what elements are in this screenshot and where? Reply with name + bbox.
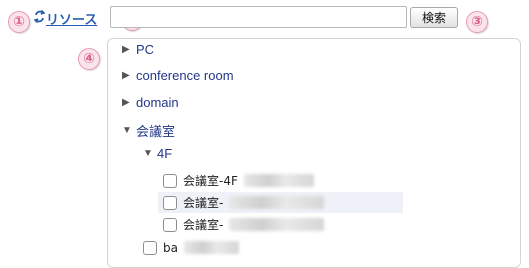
expand-arrow-icon[interactable]: ▶: [122, 70, 136, 81]
redacted-text: [229, 196, 325, 209]
room-checkbox[interactable]: [163, 217, 177, 232]
tree-node-label[interactable]: domain: [136, 95, 179, 110]
annotation-badge-3: ③: [466, 11, 488, 33]
annotation-badge-4: ④: [78, 48, 100, 70]
room-label: 会議室-: [183, 218, 224, 232]
tree-node-4f[interactable]: ▼ 4F: [143, 146, 172, 161]
expand-arrow-icon[interactable]: ▶: [122, 44, 136, 55]
collapse-arrow-icon[interactable]: ▼: [143, 148, 157, 159]
room-label: 会議室-: [183, 196, 224, 210]
expand-arrow-icon[interactable]: ▶: [122, 97, 136, 108]
refresh-icon[interactable]: [34, 8, 45, 24]
room-item[interactable]: 会議室-4F: [158, 170, 458, 191]
tree-node-label[interactable]: conference room: [136, 68, 234, 83]
tree-node-pc[interactable]: ▶ PC: [122, 42, 154, 57]
tree-node-domain[interactable]: ▶ domain: [122, 95, 179, 110]
item-label: ba: [163, 240, 178, 255]
room-checkbox[interactable]: [163, 195, 177, 210]
tree-node-label[interactable]: PC: [136, 42, 154, 57]
search-button[interactable]: 検索: [410, 7, 458, 28]
search-input[interactable]: [110, 6, 407, 28]
redacted-text: [229, 218, 325, 231]
room-checkbox[interactable]: [163, 173, 177, 188]
collapse-arrow-icon[interactable]: ▼: [122, 125, 136, 136]
tree-node-conference-room[interactable]: ▶ conference room: [122, 68, 234, 83]
item-checkbox[interactable]: [143, 240, 157, 255]
tree-node-label[interactable]: 会議室: [136, 121, 175, 140]
resource-link[interactable]: リソース: [46, 9, 97, 28]
annotation-badge-1: ①: [8, 11, 30, 33]
room-item[interactable]: 会議室-: [158, 214, 458, 235]
tree-node-label[interactable]: 4F: [157, 146, 172, 161]
redacted-text: [243, 174, 314, 187]
room-label: 会議室-4F: [183, 174, 238, 188]
resource-tree[interactable]: ▶ PC ▶ conference room ▶ domain ▼ 会議室 ▼ …: [107, 38, 521, 268]
redacted-text: [183, 241, 239, 254]
tree-node-meeting-rooms[interactable]: ▼ 会議室: [122, 121, 175, 140]
room-item[interactable]: 会議室-: [158, 192, 403, 213]
